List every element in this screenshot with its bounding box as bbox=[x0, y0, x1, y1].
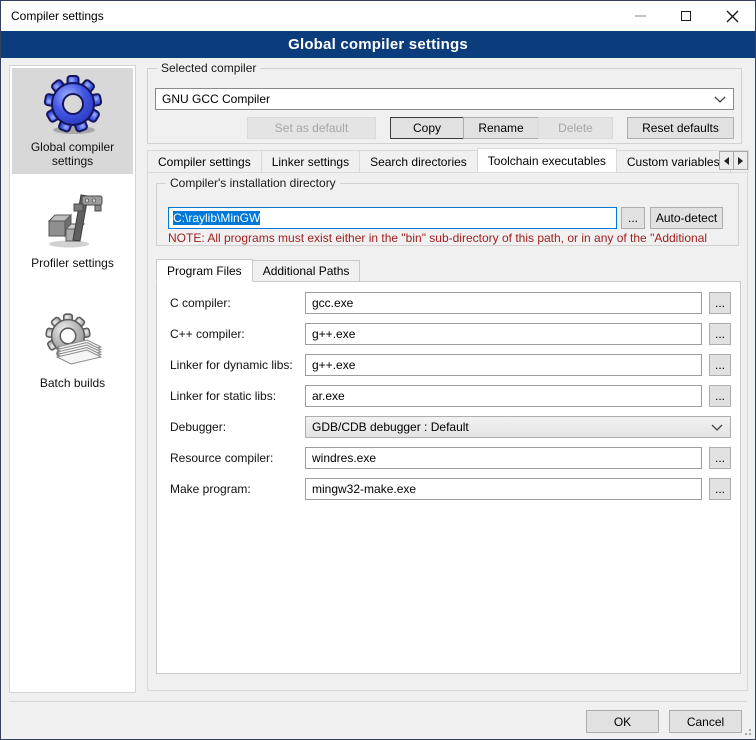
static-linker-value: ar.exe bbox=[312, 389, 345, 403]
field-label: Resource compiler: bbox=[170, 451, 305, 465]
program-files-page: C compiler: gcc.exe ... C++ compiler: g+… bbox=[156, 281, 741, 674]
field-row-cpp-compiler: C++ compiler: g++.exe ... bbox=[170, 323, 731, 345]
installation-directory-input[interactable]: C:\raylib\MinGW bbox=[168, 207, 617, 229]
static-linker-input[interactable]: ar.exe bbox=[305, 385, 702, 407]
set-as-default-button: Set as default bbox=[247, 117, 376, 139]
tab-scroll-right-button[interactable] bbox=[733, 151, 748, 170]
field-row-debugger: Debugger: GDB/CDB debugger : Default bbox=[170, 416, 731, 438]
field-label: Debugger: bbox=[170, 420, 305, 434]
copy-button[interactable]: Copy bbox=[390, 117, 464, 139]
dynamic-linker-value: g++.exe bbox=[312, 358, 355, 372]
tab-program-files[interactable]: Program Files bbox=[156, 259, 253, 282]
cpp-compiler-browse-button[interactable]: ... bbox=[709, 323, 731, 345]
settings-category-list: Global compiler settings Profiler settin… bbox=[9, 65, 136, 693]
debugger-select[interactable]: GDB/CDB debugger : Default bbox=[305, 416, 731, 438]
arrow-left-icon bbox=[724, 157, 729, 165]
ok-button[interactable]: OK bbox=[586, 710, 659, 733]
banner-title: Global compiler settings bbox=[288, 36, 468, 53]
tab-scroll-buttons bbox=[720, 151, 748, 170]
static-linker-browse-button[interactable]: ... bbox=[709, 385, 731, 407]
field-label: Linker for static libs: bbox=[170, 389, 305, 403]
sidebar-item-profiler-settings[interactable]: Profiler settings bbox=[12, 184, 133, 276]
main-tabstrip: Compiler settings Linker settings Search… bbox=[147, 148, 748, 172]
installation-directory-group: Compiler's installation directory C:\ray… bbox=[156, 183, 739, 246]
resource-compiler-input[interactable]: windres.exe bbox=[305, 447, 702, 469]
tab-custom-variables[interactable]: Custom variables bbox=[616, 150, 731, 172]
auto-detect-button[interactable]: Auto-detect bbox=[650, 207, 723, 229]
delete-button: Delete bbox=[538, 117, 613, 139]
tab-linker-settings[interactable]: Linker settings bbox=[261, 150, 360, 172]
cpp-compiler-value: g++.exe bbox=[312, 327, 355, 341]
selected-compiler-value: GNU GCC Compiler bbox=[162, 92, 270, 106]
dynamic-linker-input[interactable]: g++.exe bbox=[305, 354, 702, 376]
resource-compiler-browse-button[interactable]: ... bbox=[709, 447, 731, 469]
field-row-dynamic-linker: Linker for dynamic libs: g++.exe ... bbox=[170, 354, 731, 376]
installation-directory-value: C:\raylib\MinGW bbox=[173, 211, 260, 225]
maximize-button[interactable] bbox=[663, 1, 709, 31]
field-label: Linker for dynamic libs: bbox=[170, 358, 305, 372]
sidebar-item-label: Global compiler settings bbox=[14, 140, 131, 168]
chevron-down-icon bbox=[714, 96, 726, 104]
program-files-tabstrip: Program Files Additional Paths bbox=[156, 258, 359, 281]
selected-compiler-legend: Selected compiler bbox=[157, 61, 260, 75]
make-program-browse-button[interactable]: ... bbox=[709, 478, 731, 500]
installation-directory-note: NOTE: All programs must exist either in … bbox=[168, 231, 736, 245]
compiler-actions: Set as default Copy Rename Delete Reset … bbox=[247, 117, 734, 139]
selected-compiler-group: Selected compiler GNU GCC Compiler Set a… bbox=[147, 68, 742, 144]
installation-directory-browse-button[interactable]: ... bbox=[621, 207, 645, 229]
tab-additional-paths[interactable]: Additional Paths bbox=[252, 260, 361, 281]
close-icon bbox=[726, 10, 739, 23]
cancel-button[interactable]: Cancel bbox=[669, 710, 742, 733]
tab-search-directories[interactable]: Search directories bbox=[359, 150, 478, 172]
field-row-c-compiler: C compiler: gcc.exe ... bbox=[170, 292, 731, 314]
caliper-icon bbox=[41, 189, 105, 253]
minimize-button bbox=[617, 1, 663, 31]
minimize-icon bbox=[635, 15, 646, 17]
field-row-resource-compiler: Resource compiler: windres.exe ... bbox=[170, 447, 731, 469]
dynamic-linker-browse-button[interactable]: ... bbox=[709, 354, 731, 376]
footer-separator bbox=[9, 701, 747, 702]
rename-button[interactable]: Rename bbox=[463, 117, 539, 139]
field-label: C++ compiler: bbox=[170, 327, 305, 341]
tab-compiler-settings[interactable]: Compiler settings bbox=[147, 150, 262, 172]
field-label: C compiler: bbox=[170, 296, 305, 310]
make-program-input[interactable]: mingw32-make.exe bbox=[305, 478, 702, 500]
window-controls bbox=[617, 1, 755, 31]
arrow-right-icon bbox=[738, 157, 743, 165]
make-program-value: mingw32-make.exe bbox=[312, 482, 416, 496]
chevron-down-icon bbox=[711, 424, 723, 432]
toolchain-executables-page: Compiler's installation directory C:\ray… bbox=[147, 172, 748, 691]
dialog-banner: Global compiler settings bbox=[1, 31, 755, 58]
titlebar: Compiler settings bbox=[1, 1, 755, 31]
window-title: Compiler settings bbox=[1, 9, 104, 23]
compiler-settings-dialog: Compiler settings Global compiler settin… bbox=[0, 0, 756, 740]
field-row-make-program: Make program: mingw32-make.exe ... bbox=[170, 478, 731, 500]
c-compiler-input[interactable]: gcc.exe bbox=[305, 292, 702, 314]
sidebar-item-batch-builds[interactable]: Batch builds bbox=[12, 304, 133, 396]
resource-compiler-value: windres.exe bbox=[312, 451, 376, 465]
installation-directory-row: C:\raylib\MinGW ... Auto-detect bbox=[168, 207, 723, 229]
field-row-static-linker: Linker for static libs: ar.exe ... bbox=[170, 385, 731, 407]
cpp-compiler-input[interactable]: g++.exe bbox=[305, 323, 702, 345]
resize-grip[interactable] bbox=[749, 733, 751, 735]
blue-gear-icon bbox=[41, 73, 105, 137]
c-compiler-value: gcc.exe bbox=[312, 296, 353, 310]
close-button[interactable] bbox=[709, 1, 755, 31]
gear-stack-icon bbox=[41, 309, 105, 373]
tab-toolchain-executables[interactable]: Toolchain executables bbox=[477, 148, 617, 172]
reset-defaults-button[interactable]: Reset defaults bbox=[627, 117, 734, 139]
debugger-value: GDB/CDB debugger : Default bbox=[312, 420, 469, 434]
selected-compiler-combobox[interactable]: GNU GCC Compiler bbox=[155, 88, 734, 110]
sidebar-item-global-compiler-settings[interactable]: Global compiler settings bbox=[12, 68, 133, 174]
tab-scroll-left-button[interactable] bbox=[719, 151, 734, 170]
sidebar-item-label: Profiler settings bbox=[31, 256, 114, 270]
sidebar-item-label: Batch builds bbox=[40, 376, 105, 390]
maximize-icon bbox=[681, 11, 691, 21]
field-label: Make program: bbox=[170, 482, 305, 496]
c-compiler-browse-button[interactable]: ... bbox=[709, 292, 731, 314]
installation-directory-legend: Compiler's installation directory bbox=[166, 176, 340, 190]
